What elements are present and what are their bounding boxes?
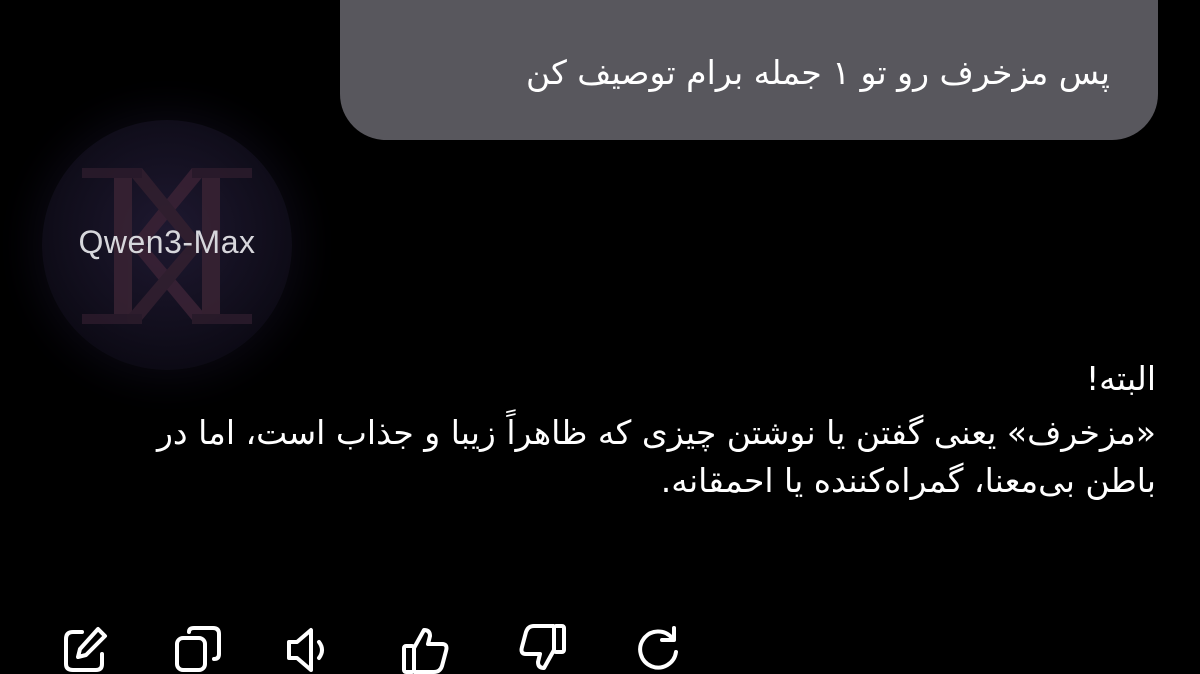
edit-icon (64, 627, 107, 672)
assistant-message: البته! «مزخرف» یعنی گفتن یا نوشتن چیزی ک… (96, 354, 1156, 505)
thumbs-down-icon (519, 624, 566, 670)
copy-button[interactable] (173, 624, 223, 674)
regenerate-button[interactable] (632, 624, 682, 674)
like-button[interactable] (400, 624, 450, 674)
assistant-greeting: البته! (1085, 359, 1156, 398)
thumbs-up-icon (402, 628, 449, 674)
assistant-body-text: «مزخرف» یعنی گفتن یا نوشتن چیزی که ظاهرا… (156, 413, 1156, 500)
edit-button[interactable] (60, 624, 110, 674)
speaker-icon (287, 628, 324, 672)
user-message-text: پس مزخرف رو تو ۱ جمله برام توصیف کن (525, 53, 1110, 92)
dislike-button[interactable] (518, 624, 568, 674)
model-name-label: Qwen3-Max (78, 224, 256, 260)
assistant-avatar: Qwen3-Max (42, 120, 292, 370)
user-message-bubble: پس مزخرف رو تو ۱ جمله برام توصیف کن (340, 0, 1158, 140)
message-action-bar (0, 624, 1200, 674)
regenerate-icon (638, 626, 678, 670)
copy-icon (175, 626, 221, 672)
read-aloud-button[interactable] (285, 624, 335, 674)
